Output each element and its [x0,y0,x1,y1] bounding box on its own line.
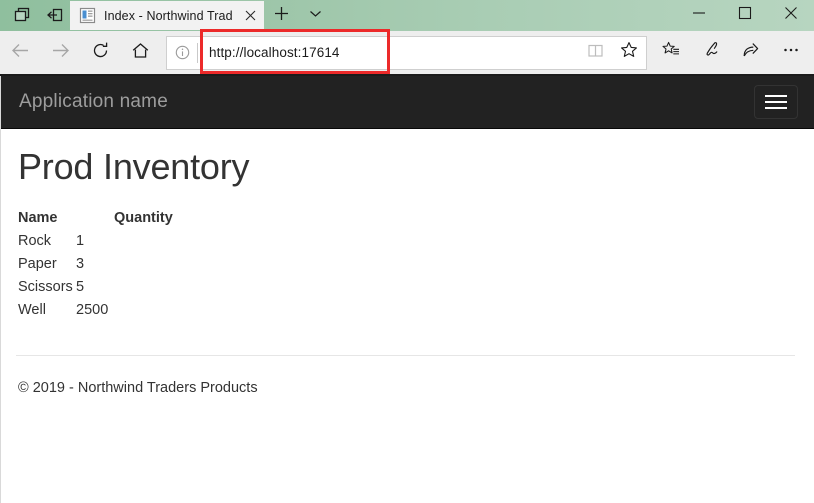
refresh-icon [91,41,110,65]
list-item: Paper 3 [18,253,799,276]
forward-button[interactable] [40,33,80,73]
share-icon [741,40,761,65]
maximize-button[interactable] [722,0,768,31]
tab-title: Index - Northwind Trad [104,8,233,23]
share-button[interactable] [731,33,771,73]
hamburger-menu-icon [765,95,787,97]
inventory-header-row: Name Quantity [18,207,799,230]
minimize-button[interactable] [676,0,722,31]
item-quantity: 1 [76,232,85,249]
address-bar[interactable]: http://localhost:17614 [166,35,647,70]
page-container: Prod Inventory Name Quantity Rock 1 Paper 3… [1,147,814,396]
refresh-button[interactable] [80,33,120,73]
list-item: Rock 1 [18,230,799,253]
item-quantity: 2500 [76,301,109,318]
browser-title-bar: Index - Northwind Trad [0,0,814,31]
add-favorite-button[interactable] [612,37,646,69]
site-brand[interactable]: Application name [19,91,168,113]
tab-strip: Index - Northwind Trad [0,0,332,31]
set-tabs-aside-button[interactable] [6,2,38,30]
minimize-icon [692,6,706,25]
item-quantity: 5 [76,278,85,295]
new-tab-button[interactable] [264,0,298,31]
item-name: Scissors [18,278,73,295]
column-header-name: Name [18,209,58,226]
page-title: Prod Inventory [18,146,250,187]
web-page-content: Application name Prod Inventory Name Quan… [0,76,814,503]
item-quantity: 3 [76,255,85,272]
info-circle-icon[interactable] [167,45,197,60]
list-item: Well 2500 [18,299,799,322]
tab-close-button[interactable] [242,8,258,24]
star-icon [620,41,638,64]
forward-arrow-icon [50,40,71,66]
favorites-hub-button[interactable] [651,33,691,73]
pen-web-note-icon [701,40,721,65]
home-icon [131,41,150,65]
hamburger-menu-icon [765,107,787,109]
hamburger-menu-icon [765,101,787,103]
browser-window: Index - Northwind Trad http://localhost:… [0,0,814,503]
tabs-you-have-set-aside-button[interactable] [38,2,70,30]
close-window-button[interactable] [768,0,814,31]
tab-options-button[interactable] [298,0,332,31]
back-button[interactable] [0,33,40,73]
item-name: Paper [18,255,57,272]
list-item: Scissors 5 [18,276,799,299]
browser-toolbar: http://localhost:17614 [0,31,814,76]
settings-and-more-button[interactable] [771,33,811,73]
book-reading-view-icon [587,42,604,64]
maximize-icon [738,6,752,25]
site-navbar: Application name [1,76,814,129]
item-name: Rock [18,232,52,249]
column-header-quantity: Quantity [114,209,173,226]
item-name: Well [18,301,46,318]
home-button[interactable] [120,33,160,73]
plus-icon [274,6,289,26]
footer-divider [16,354,795,356]
toolbar-right-actions [651,33,814,73]
tabs-you-have-set-aside-icon [45,6,64,25]
reading-view-button[interactable] [578,37,612,69]
window-controls [676,0,814,31]
web-notes-button[interactable] [691,33,731,73]
navbar-toggle-button[interactable] [754,85,798,119]
chevron-down-icon [308,6,323,26]
url-input[interactable]: http://localhost:17614 [198,45,578,60]
page-document-icon [79,7,96,24]
tab-index-northwind[interactable]: Index - Northwind Trad [70,1,264,30]
inventory-list: Name Quantity Rock 1 Paper 3 Scissors 5 Well… [18,207,799,322]
star-with-lines-icon [661,40,681,65]
footer-copyright: © 2019 - Northwind Traders Products [18,379,258,396]
back-arrow-icon [10,40,31,66]
ellipsis-more-icon [781,40,801,65]
close-icon [784,6,798,25]
set-tabs-aside-icon [13,6,32,25]
